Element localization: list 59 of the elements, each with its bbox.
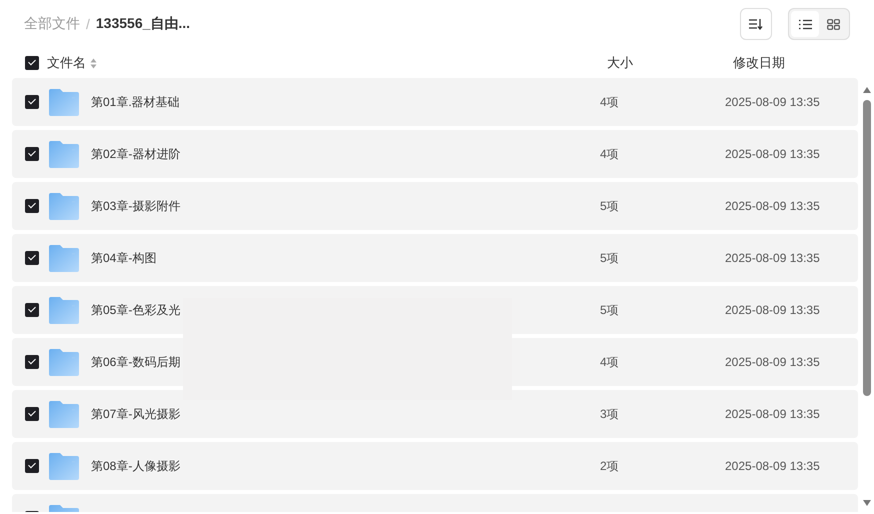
checkbox[interactable] (25, 199, 39, 213)
column-header[interactable]: 大小 (607, 54, 733, 72)
sort-button[interactable] (740, 8, 772, 40)
file-row[interactable]: 第07章-风光摄影 3项 2025-08-09 13:35 (12, 390, 858, 438)
file-row[interactable]: 第03章-摄影附件 5项 2025-08-09 13:35 (12, 182, 858, 230)
file-name: 第01章.器材基础 (91, 94, 181, 110)
list-icon (798, 18, 812, 30)
folder-icon (49, 140, 79, 168)
folder-icon (49, 452, 79, 480)
file-row[interactable]: 第02章-器材进阶 4项 2025-08-09 13:35 (12, 130, 858, 178)
grid-icon (826, 18, 840, 30)
file-name: 第07章-风光摄影 (91, 406, 182, 422)
modified-date: 2025-08-09 13:35 (725, 199, 820, 213)
item-count: 5项 (600, 302, 620, 318)
checkbox[interactable] (25, 355, 39, 369)
modified-date: 2025-08-09 13:35 (725, 251, 820, 265)
checkbox[interactable] (25, 56, 39, 70)
item-count: 5项 (600, 250, 620, 266)
folder-icon (49, 296, 79, 324)
checkbox[interactable] (25, 407, 39, 421)
item-count: 4项 (600, 146, 620, 162)
file-name: 第02章-器材进阶 (91, 146, 182, 162)
modified-date: 2025-08-09 13:35 (725, 355, 820, 369)
sort-icon (90, 58, 97, 68)
column-header[interactable]: 修改日期 (733, 54, 785, 72)
modified-date: 2025-08-09 13:35 (725, 407, 820, 421)
file-name: 第05章-色彩及光 (91, 302, 182, 318)
folder-icon (49, 348, 79, 376)
item-count: 5项 (600, 198, 620, 214)
scrollbar[interactable] (862, 86, 872, 508)
file-name: 第03章-摄影附件 (91, 198, 182, 214)
file-name: 第04章-构图 (91, 250, 158, 266)
file-row[interactable]: 第01章.器材基础 4项 2025-08-09 13:35 (12, 78, 858, 126)
folder-icon (49, 192, 79, 220)
item-count: 4项 (600, 354, 620, 370)
sort-icon (749, 18, 763, 30)
folder-icon (49, 88, 79, 116)
column-header[interactable]: 文件名 (47, 54, 86, 72)
folder-icon (49, 244, 79, 272)
checkbox[interactable] (25, 147, 39, 161)
checkbox[interactable] (25, 459, 39, 473)
item-count: 3项 (600, 406, 620, 422)
breadcrumb-item[interactable]: 133556_自由... (96, 15, 190, 33)
checkbox[interactable] (25, 251, 39, 265)
modified-date: 2025-08-09 13:35 (725, 303, 820, 317)
modified-date: 2025-08-09 13:35 (725, 95, 820, 109)
item-count: 2项 (600, 458, 620, 474)
modified-date: 2025-08-09 13:35 (725, 147, 820, 161)
file-name: 第06章-数码后期 (91, 354, 182, 370)
file-name: 第08章-人像摄影 (91, 458, 182, 474)
checkbox[interactable] (25, 95, 39, 109)
file-row[interactable]: 第08章-人像摄影 2项 2025-08-09 13:35 (12, 442, 858, 490)
checkbox[interactable] (25, 303, 39, 317)
breadcrumb-separator: / (86, 16, 90, 32)
file-row[interactable]: 第04章-构图 5项 2025-08-09 13:35 (12, 234, 858, 282)
list-view-button[interactable] (791, 11, 819, 37)
modified-date: 2025-08-09 13:35 (725, 459, 820, 473)
item-count: 4项 (600, 94, 620, 110)
folder-icon (49, 400, 79, 428)
